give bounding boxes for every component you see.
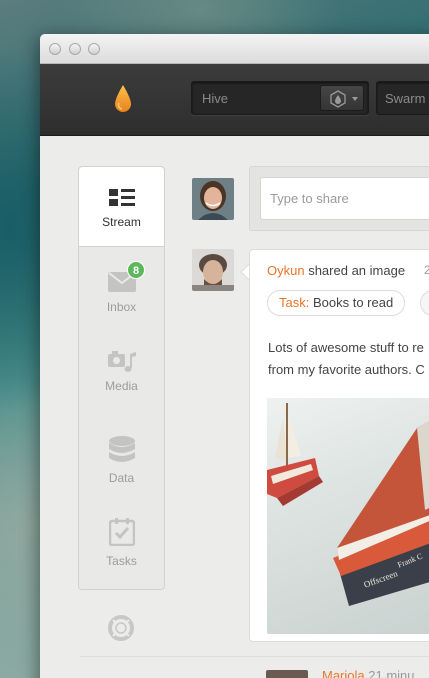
zoom-window-button[interactable]	[88, 43, 100, 55]
post-timestamp: 21 minu	[368, 668, 415, 678]
sidebar-item-label: Data	[108, 471, 135, 485]
books-photo	[267, 403, 429, 606]
task-prefix: Task:	[279, 295, 310, 310]
lifebuoy-icon[interactable]	[107, 614, 135, 642]
share-box	[249, 166, 429, 231]
avatar[interactable]	[266, 670, 308, 678]
task-name: Books to read	[312, 295, 394, 310]
user-avatar-image	[192, 249, 234, 291]
minimize-window-button[interactable]	[69, 43, 81, 55]
post-body-line: from my favorite authors. C	[268, 362, 425, 377]
sidebar-item-stream[interactable]: Stream	[79, 167, 164, 247]
post-card: Oykun shared an image 2 Task: Books to r…	[249, 249, 429, 642]
sidebar-item-label: Media	[105, 379, 138, 393]
post-image[interactable]: Offscreen Frank C	[267, 398, 429, 634]
sidebar-item-label: Tasks	[106, 554, 137, 568]
share-input[interactable]	[260, 177, 429, 220]
sidebar-item-data[interactable]: Data	[79, 408, 164, 498]
close-window-button[interactable]	[49, 43, 61, 55]
unread-count-badge: 8	[127, 261, 145, 279]
post-author-link[interactable]: Oykun	[267, 263, 305, 278]
sidebar-item-tasks[interactable]: Tasks	[79, 498, 164, 590]
avatar[interactable]	[192, 249, 234, 291]
post-body: Lots of awesome stuff to re from my favo…	[268, 337, 429, 381]
post-timestamp: 2	[424, 263, 429, 277]
list-icon	[109, 189, 135, 206]
user-avatar-image	[192, 178, 234, 220]
sidebar-item-media[interactable]: Media	[79, 328, 164, 408]
sidebar-item-label: Stream	[102, 215, 141, 229]
app-window: Hive Swarm Stream 8 Inbox Media Data Tas…	[40, 34, 429, 678]
post-header: Oykun shared an image	[267, 263, 405, 278]
drop-icon[interactable]	[114, 84, 132, 114]
drop-badge-icon	[330, 90, 358, 108]
checklist-icon	[109, 518, 135, 546]
swarm-label: Swarm	[385, 91, 426, 106]
hive-dropdown-button[interactable]	[320, 85, 364, 111]
sidebar-item-inbox[interactable]: 8 Inbox	[79, 248, 164, 328]
sidebar-nav: Stream 8 Inbox Media Data Tasks	[78, 166, 165, 590]
task-tag[interactable]: Task: Books to read	[267, 290, 406, 316]
hive-selector[interactable]: Hive	[191, 81, 369, 115]
secondary-tag[interactable]	[420, 290, 429, 316]
database-icon	[109, 436, 135, 462]
divider	[80, 656, 429, 657]
swarm-selector[interactable]: Swarm	[376, 81, 429, 115]
toolbar: Hive Swarm	[40, 64, 429, 136]
camera-music-icon	[108, 351, 136, 372]
title-bar	[40, 34, 429, 64]
hive-label: Hive	[202, 91, 229, 106]
post-body-line: Lots of awesome stuff to re	[268, 340, 424, 355]
avatar[interactable]	[192, 178, 234, 220]
post-author-link[interactable]: Mariola	[322, 668, 365, 678]
post-action-text: shared an image	[308, 263, 406, 278]
sidebar-item-label: Inbox	[106, 300, 137, 314]
next-post-header: Mariola 21 minu	[322, 668, 415, 678]
